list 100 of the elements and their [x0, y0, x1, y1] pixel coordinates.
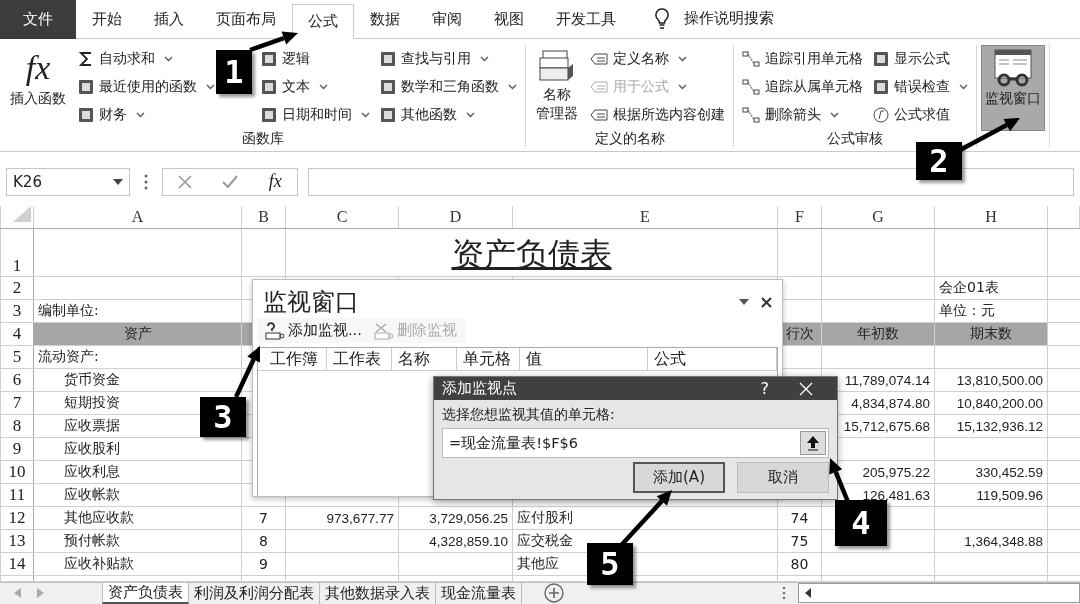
help-button[interactable]: ?: [760, 379, 769, 398]
list-column-header[interactable]: 公式: [648, 348, 777, 370]
ribbon-button[interactable]: 最近使用的函数: [76, 72, 217, 101]
ribbon-tab[interactable]: 数据: [354, 0, 416, 39]
sigma-icon: [78, 50, 94, 67]
ribbon-tab[interactable]: 视图: [478, 0, 540, 39]
ribbon-large-button[interactable]: fx 插入函数: [6, 44, 70, 129]
ribbon-button[interactable]: 追踪从属单元格: [740, 72, 865, 101]
table-cell: 126,481.63: [862, 487, 930, 503]
sheet-tab[interactable]: 利润及利润分配表: [189, 582, 320, 604]
ribbon-tab[interactable]: 页面布局: [200, 0, 292, 39]
check-icon[interactable]: [222, 175, 239, 189]
ribbon-button[interactable]: 财务: [76, 100, 217, 129]
table-cell: 1,364,348.88: [964, 533, 1043, 549]
list-column-header[interactable]: 工作表: [327, 348, 392, 370]
table-cell: 会企01表: [939, 278, 999, 295]
row-header[interactable]: 3: [0, 299, 34, 323]
column-header[interactable]: C: [285, 205, 399, 229]
row-header[interactable]: 12: [0, 506, 34, 530]
ribbon-button[interactable]: 显示公式: [871, 44, 970, 73]
close-icon[interactable]: [761, 296, 772, 308]
ribbon-button[interactable]: 追踪引用单元格: [740, 44, 865, 73]
ribbon-tab[interactable]: 插入: [138, 0, 200, 39]
ribbon-tab[interactable]: 开始: [76, 0, 138, 39]
ribbon-button[interactable]: 日期和时间: [259, 100, 372, 129]
name-box[interactable]: K26: [6, 167, 130, 196]
row-header[interactable]: 8: [0, 414, 34, 438]
book-icon: [873, 78, 889, 95]
more-dots-icon: [144, 173, 148, 190]
tag-icon: [590, 106, 608, 123]
column-header[interactable]: B: [241, 205, 286, 229]
ribbon-button[interactable]: 逻辑: [259, 44, 372, 73]
toolbar-button[interactable]: 添加监视...: [263, 320, 364, 341]
row-header[interactable]: 10: [0, 460, 34, 484]
row-header[interactable]: 6: [0, 368, 34, 392]
ribbon-button[interactable]: 自动求和: [76, 44, 217, 73]
column-header[interactable]: F: [777, 205, 822, 229]
ribbon-button[interactable]: 定义名称: [588, 44, 727, 73]
group-label: 公式审核: [826, 128, 884, 147]
book-icon: [261, 78, 277, 95]
dropdown-caret-icon[interactable]: [739, 299, 749, 305]
table-cell: 其他应收款: [64, 508, 134, 525]
dialog-button[interactable]: 取消: [737, 462, 829, 493]
row-header[interactable]: 2: [0, 276, 34, 300]
column-header[interactable]: G: [821, 205, 935, 229]
ribbon-tab[interactable]: 开发工具: [540, 0, 632, 39]
file-tab[interactable]: 文件: [0, 0, 76, 39]
ribbon-button[interactable]: 根据所选内容创建: [588, 100, 727, 129]
ribbon-button[interactable]: 公式求值: [871, 100, 970, 129]
ribbon-button[interactable]: 其他函数: [378, 100, 519, 129]
ribbon-tab[interactable]: 审阅: [416, 0, 478, 39]
table-cell: 应收补贴款: [64, 554, 134, 571]
table-cell: 205,975.22: [862, 464, 930, 480]
list-column-header[interactable]: 工作簿: [264, 348, 328, 370]
list-column-header[interactable]: 单元格: [456, 348, 520, 370]
table-cell: 75: [790, 532, 809, 549]
row-header[interactable]: 4: [0, 322, 34, 346]
glasses-window-icon: [991, 47, 1035, 88]
column-header[interactable]: D: [398, 205, 513, 229]
sheet-tab[interactable]: 现金流量表: [436, 582, 522, 604]
list-column-header[interactable]: 名称: [391, 348, 457, 370]
table-cell: 9: [259, 555, 268, 572]
table-cell: 货币资金: [64, 370, 120, 387]
row-header[interactable]: 5: [0, 345, 34, 369]
row-header[interactable]: 13: [0, 529, 34, 553]
ribbon-button[interactable]: 错误检查: [871, 72, 970, 101]
row-header[interactable]: 9: [0, 437, 34, 461]
sheet-tab[interactable]: 其他数据录入表: [320, 582, 436, 604]
sheet-title: 资产负债表: [451, 234, 612, 273]
ribbon-tab[interactable]: 公式: [292, 4, 354, 39]
cancel-icon[interactable]: [178, 174, 193, 189]
ribbon-button[interactable]: 查找与引用: [378, 44, 519, 73]
column-header[interactable]: A: [33, 205, 242, 229]
ribbon-button[interactable]: 数学和三角函数: [378, 72, 519, 101]
row-header[interactable]: 7: [0, 391, 34, 415]
add-sheet-icon[interactable]: [544, 583, 564, 604]
horizontal-scrollbar[interactable]: [798, 583, 1080, 604]
book-icon: [873, 50, 889, 67]
column-header[interactable]: H: [934, 205, 1048, 229]
scroll-left-icon[interactable]: [805, 588, 811, 599]
trace-arrows-icon: [742, 50, 760, 67]
insert-function-button[interactable]: fx: [268, 171, 282, 193]
sheet-tab[interactable]: 资产负债表: [102, 582, 189, 604]
tell-me-search[interactable]: 操作说明搜索: [684, 9, 774, 29]
row-header[interactable]: 11: [0, 483, 34, 507]
row-header[interactable]: 14: [0, 552, 34, 576]
dialog-button[interactable]: 添加(A): [633, 462, 725, 493]
ribbon-button[interactable]: 文本: [259, 72, 372, 101]
book-icon: [261, 106, 277, 123]
table-cell: 应收利息: [64, 462, 120, 479]
table-cell: 资产: [123, 324, 152, 341]
column-header[interactable]: E: [512, 205, 778, 229]
row-header[interactable]: 1: [0, 228, 34, 277]
list-column-header[interactable]: 值: [519, 348, 648, 370]
ribbon-button[interactable]: 删除箭头: [740, 100, 865, 129]
table-cell: 15,132,936.12: [956, 418, 1043, 434]
collapse-dialog-button[interactable]: [800, 431, 826, 455]
ribbon-large-button[interactable]: 监视窗口: [981, 44, 1045, 131]
table-cell: 行次: [785, 324, 814, 341]
ribbon-large-button[interactable]: 名称 管理器: [532, 44, 582, 129]
